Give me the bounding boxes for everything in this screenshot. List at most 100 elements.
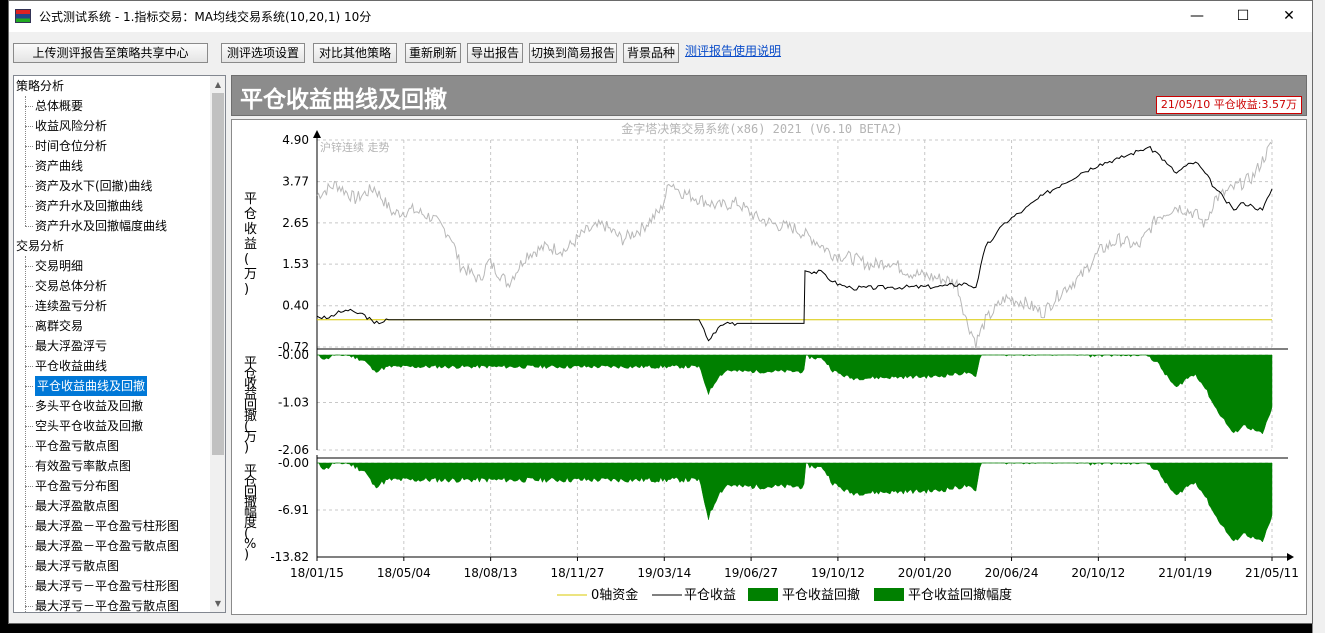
tree-connector xyxy=(25,106,33,107)
tree-connector xyxy=(25,206,33,207)
tree-item[interactable]: 连续盈亏分析 xyxy=(35,296,107,316)
x-tick-label: 18/11/27 xyxy=(551,566,605,580)
scroll-down-icon[interactable]: ▼ xyxy=(210,595,225,612)
tree-item[interactable]: 平仓收益曲线及回撤 xyxy=(35,376,148,396)
tree-connector xyxy=(25,486,33,487)
tree-connector xyxy=(25,426,33,427)
tree-connector xyxy=(25,266,33,267)
tree-connector xyxy=(25,126,33,127)
tree-item[interactable]: 交易明细 xyxy=(35,256,83,276)
maximize-button[interactable]: ☐ xyxy=(1220,1,1266,32)
tree-item[interactable]: 最大浮盈浮亏 xyxy=(35,336,107,356)
upload-report-button[interactable]: 上传测评报告至策略共享中心 xyxy=(13,43,208,63)
tree-item[interactable]: 最大浮盈散点图 xyxy=(35,496,119,516)
tree-item[interactable]: 空头平仓收益及回撤 xyxy=(35,416,143,436)
export-report-button[interactable]: 导出报告 xyxy=(467,43,523,63)
x-axis-arrow-icon xyxy=(1287,553,1294,561)
scroll-thumb[interactable] xyxy=(212,93,224,455)
tree-item[interactable]: 有效盈亏率散点图 xyxy=(35,456,131,476)
tree-connector xyxy=(25,366,33,367)
status-badge: 21/05/10 平仓收益:3.57万 xyxy=(1155,96,1302,114)
tree-item[interactable]: 平仓收益曲线 xyxy=(35,356,107,376)
equity-line xyxy=(316,145,1273,342)
tree-item[interactable]: 多头平仓收益及回撤 xyxy=(35,396,143,416)
report-title: 平仓收益曲线及回撤 xyxy=(240,87,447,113)
drawdown-area xyxy=(317,354,1273,435)
y-tick-label: 3.77 xyxy=(282,175,309,189)
legend-swatch-drawdown xyxy=(748,588,778,601)
tree-item[interactable]: 平仓盈亏分布图 xyxy=(35,476,119,496)
switch-simple-report-button[interactable]: 切换到简易报告 xyxy=(529,43,617,63)
background-symbol-button[interactable]: 背景品种 xyxy=(623,43,679,63)
tree-connector xyxy=(25,226,33,227)
y-tick-label: 0.40 xyxy=(282,299,309,313)
chart-area: 4.90 3.77 2.65 1.53 0.40 -0.72 平仓收益(万) -0.00 -1.… xyxy=(231,119,1307,615)
tree-item[interactable]: 资产升水及回撤曲线 xyxy=(35,196,143,216)
legend-zero-axis: 0轴资金 xyxy=(591,587,638,603)
y-tick-label: 1.53 xyxy=(282,257,309,271)
tree-connector xyxy=(25,566,33,567)
tree-item[interactable]: 最大浮亏－平仓盈亏散点图 xyxy=(35,596,179,612)
tree-connector xyxy=(25,96,26,226)
x-tick-label: 21/01/19 xyxy=(1158,566,1212,580)
tree-group[interactable]: 交易分析 xyxy=(16,236,64,256)
tree-item[interactable]: 资产升水及回撤幅度曲线 xyxy=(35,216,167,236)
close-button[interactable]: ✕ xyxy=(1266,1,1312,32)
tree-connector xyxy=(25,346,33,347)
tree-connector xyxy=(25,326,33,327)
y-tick-label: -6.91 xyxy=(278,503,309,517)
background-desktop-left xyxy=(0,0,8,633)
tree-group[interactable]: 策略分析 xyxy=(16,76,64,96)
tree-connector xyxy=(25,606,33,607)
tree-item[interactable]: 最大浮盈－平仓盈亏柱形图 xyxy=(35,516,179,536)
app-icon xyxy=(15,9,31,23)
tree-item[interactable]: 交易总体分析 xyxy=(35,276,107,296)
report-help-link[interactable]: 测评报告使用说明 xyxy=(685,42,781,59)
legend-swatch-drawdown-pct xyxy=(874,588,904,601)
tree-connector xyxy=(25,386,33,387)
tree-connector xyxy=(25,256,26,612)
x-tick-label: 19/03/14 xyxy=(637,566,691,580)
tree-connector xyxy=(25,146,33,147)
main-window: 公式测试系统 - 1.指标交易：MA均线交易系统(10,20,1) 10分 — … xyxy=(8,0,1313,624)
tree-item[interactable]: 最大浮亏－平仓盈亏柱形图 xyxy=(35,576,179,596)
chart-title: 金字塔决策交易系统(x86) 2021 (V6.10 BETA2) xyxy=(621,121,902,136)
legend-drawdown: 平仓收益回撤 xyxy=(782,587,860,603)
y-tick-label: -13.82 xyxy=(270,550,309,564)
toolbar: 上传测评报告至策略共享中心 测评选项设置 对比其他策略 重新刷新 导出报告 切换… xyxy=(9,39,1312,67)
tree-connector xyxy=(25,186,33,187)
tree-item[interactable]: 平仓盈亏散点图 xyxy=(35,436,119,456)
test-options-button[interactable]: 测评选项设置 xyxy=(221,43,305,63)
equity-drawdown-chart: 4.903.772.651.530.40-0.72平仓收益(万)-0.00-1.… xyxy=(244,121,1299,603)
tree-item[interactable]: 最大浮盈－平仓盈亏散点图 xyxy=(35,536,179,556)
tree-item[interactable]: 资产及水下(回撤)曲线 xyxy=(35,176,152,196)
background-window-right xyxy=(1312,0,1325,633)
scroll-up-icon[interactable]: ▲ xyxy=(210,76,225,93)
tree-item[interactable]: 最大浮亏散点图 xyxy=(35,556,119,576)
x-tick-label: 18/01/15 xyxy=(290,566,344,580)
x-tick-label: 20/10/12 xyxy=(1071,566,1125,580)
tree-connector xyxy=(25,406,33,407)
y-axis-label: 平仓回撤幅度(%) xyxy=(244,464,257,563)
background-series-label: 沪锌连续 走势 xyxy=(320,140,390,154)
tree-connector xyxy=(25,306,33,307)
x-tick-label: 19/06/27 xyxy=(724,566,778,580)
refresh-button[interactable]: 重新刷新 xyxy=(405,43,461,63)
tree-item[interactable]: 收益风险分析 xyxy=(35,116,107,136)
tree-item[interactable]: 资产曲线 xyxy=(35,156,83,176)
y-tick-label: -0.00 xyxy=(278,456,309,470)
tree-item[interactable]: 离群交易 xyxy=(35,316,83,336)
y-axis-label: 平仓收益回撤(万) xyxy=(244,356,257,455)
window-title: 公式测试系统 - 1.指标交易：MA均线交易系统(10,20,1) 10分 xyxy=(39,10,372,24)
compare-strategy-button[interactable]: 对比其他策略 xyxy=(313,43,397,63)
y-tick-label: 2.65 xyxy=(282,216,309,230)
background-price-line xyxy=(316,141,1273,349)
report-panel: 平仓收益曲线及回撤 21/05/10 平仓收益:3.57万 4.90 3.77 2.… xyxy=(231,75,1307,615)
tree-connector xyxy=(25,166,33,167)
report-header: 平仓收益曲线及回撤 21/05/10 平仓收益:3.57万 xyxy=(231,75,1307,116)
tree-item[interactable]: 时间仓位分析 xyxy=(35,136,107,156)
tree-item[interactable]: 总体概要 xyxy=(35,96,83,116)
tree-scrollbar[interactable]: ▲ ▼ xyxy=(210,76,225,612)
tree-connector xyxy=(25,546,33,547)
minimize-button[interactable]: — xyxy=(1174,1,1220,32)
